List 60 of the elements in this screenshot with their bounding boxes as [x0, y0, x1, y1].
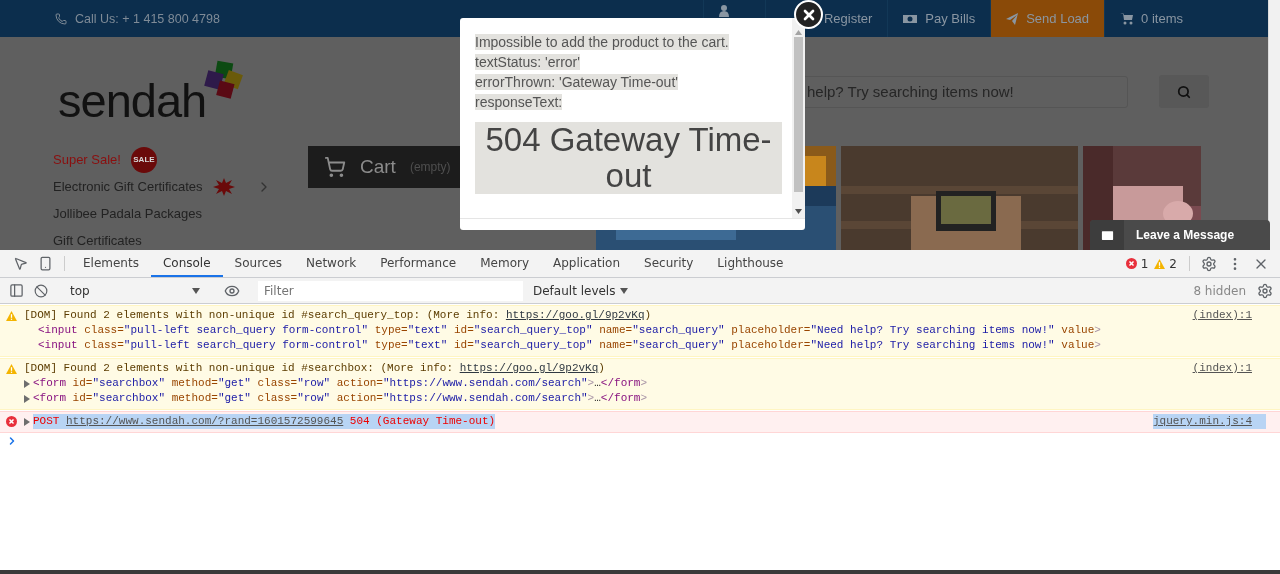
code-line: <input class="pull-left search_query form-control" type="text" id="search_query_top" name="search_query" placeholder="Need help? Try searching items now!" value> — [38, 323, 1101, 338]
code-line: <form id="searchbox" method="get" class="row" action="https://www.sendah.com/search">…</form> — [33, 391, 648, 406]
banknote-icon — [903, 12, 918, 25]
warning-icon — [6, 363, 17, 374]
context-select[interactable]: top — [66, 280, 206, 301]
nav-link[interactable]: 0 items — [1104, 0, 1198, 37]
error-icon — [1125, 258, 1137, 269]
expand-triangle-icon[interactable] — [24, 394, 30, 403]
sale-badge: SALE — [130, 146, 157, 173]
message-link[interactable]: https://goo.gl/9p2vKq — [459, 362, 599, 374]
devtools-tab[interactable]: Security — [632, 250, 706, 277]
scroll-down-icon[interactable] — [795, 209, 802, 214]
scrollbar[interactable] — [792, 18, 805, 218]
devtools-tab[interactable]: Memory — [468, 250, 541, 277]
cart-label: Cart — [360, 156, 396, 178]
warning-count[interactable]: 2 — [1154, 250, 1177, 277]
search-button[interactable] — [1159, 75, 1209, 108]
devtools-tab[interactable]: Application — [541, 250, 633, 277]
search-icon — [1177, 84, 1191, 99]
error-icon — [6, 416, 17, 427]
filter-field[interactable]: Filter — [258, 280, 523, 301]
devtools-tab[interactable]: Performance — [368, 250, 469, 277]
console-message: POST https://www.sendah.com/?rand=1601572599645 504 (Gateway Time-out) — [33, 414, 496, 429]
expand-triangle-icon[interactable] — [24, 417, 30, 426]
error-text: errorThrown: 'Gateway Time-out' — [475, 74, 678, 90]
error-text: responseText: — [475, 94, 563, 110]
caret-icon — [192, 287, 200, 294]
devtools-tab[interactable]: Network — [294, 250, 369, 277]
chat-widget[interactable]: Leave a Message — [1090, 220, 1270, 250]
console-message: [DOM] Found 2 elements with non-unique id #search_query_top: (More info: https://goo.gl/9p2vKq) — [24, 308, 652, 323]
paper-plane-icon — [1006, 12, 1019, 25]
mail-icon — [1099, 227, 1115, 243]
user-icon — [718, 5, 729, 17]
message-link[interactable]: https://www.sendah.com/?rand=1601572599645 — [66, 415, 344, 427]
warning-icon — [1154, 258, 1166, 269]
console-message: [DOM] Found 2 elements with non-unique id #searchbox: (More info: https://goo.gl/9p2vKq) — [24, 361, 605, 376]
cart-icon — [1120, 12, 1134, 25]
devtools-tab[interactable]: Sources — [222, 250, 295, 277]
warning-icon — [6, 310, 17, 321]
phone-number: Call Us: + 1 415 800 4798 — [55, 0, 220, 37]
code-line: <input class="pull-left search_query form-control" type="text" id="search_query_top" name="search_query" placeholder="Need help? Try searching items now!" value> — [38, 338, 1101, 353]
cart-icon — [324, 156, 346, 178]
devtools-tab[interactable]: Lighthouse — [705, 250, 796, 277]
source-link[interactable]: jquery.min.js:4 — [1152, 414, 1266, 429]
code-line: <form id="searchbox" method="get" class="row" action="https://www.sendah.com/search">…</form> — [33, 376, 648, 391]
error-count[interactable]: 1 — [1125, 250, 1149, 277]
devtools-tab[interactable]: Elements — [71, 250, 151, 277]
error-text: textStatus: 'error' — [475, 54, 580, 70]
error-heading: 504 Gateway Time-out — [475, 122, 782, 194]
hidden-count: 8 hidden — [1192, 283, 1247, 298]
error-text: Impossible to add the product to the cart. — [475, 34, 729, 50]
message-link[interactable]: https://goo.gl/9p2vKq — [505, 309, 645, 321]
source-link[interactable]: (index):1 — [1192, 361, 1252, 376]
source-link[interactable]: (index):1 — [1192, 308, 1252, 323]
levels-dropdown[interactable]: Default levels — [527, 282, 635, 299]
phone-icon — [55, 12, 67, 25]
scrollbar[interactable] — [1268, 0, 1280, 250]
expand-triangle-icon[interactable] — [24, 379, 30, 388]
caret-icon — [620, 287, 629, 294]
new-badge-icon — [212, 177, 235, 196]
